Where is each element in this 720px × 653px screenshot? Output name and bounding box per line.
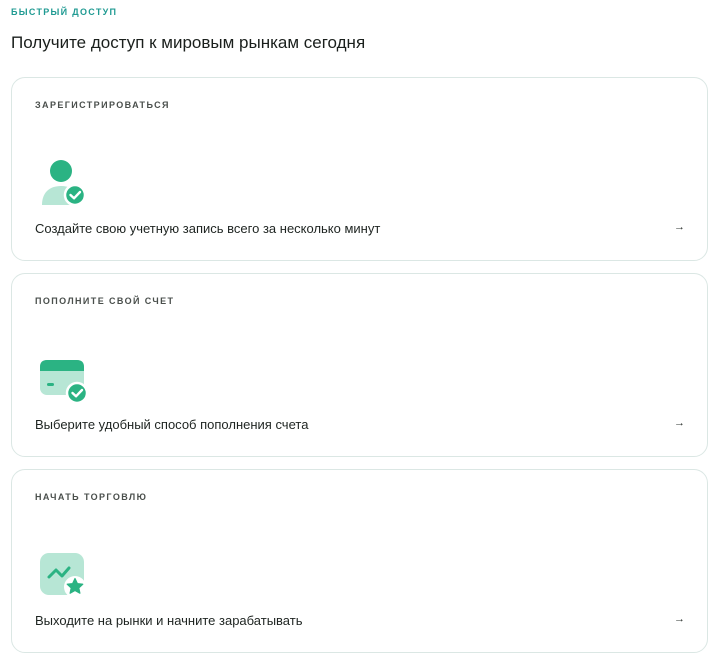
start-trading-card[interactable]: НАЧАТЬ ТОРГОВЛЮ Выходите на рынки и начн… bbox=[11, 469, 708, 653]
user-check-icon bbox=[39, 159, 87, 207]
section-eyebrow: БЫСТРЫЙ ДОСТУП bbox=[11, 7, 118, 17]
register-card[interactable]: ЗАРЕГИСТРИРОВАТЬСЯ Создайте свою учетную… bbox=[11, 77, 708, 261]
card-description: Выберите удобный способ пополнения счета bbox=[35, 417, 309, 432]
arrow-right-icon[interactable]: → bbox=[674, 613, 685, 625]
arrow-right-icon[interactable]: → bbox=[674, 417, 685, 429]
card-check-icon bbox=[39, 355, 87, 403]
card-title: ПОПОЛНИТЕ СВОЙ СЧЕТ bbox=[35, 296, 175, 306]
deposit-card[interactable]: ПОПОЛНИТЕ СВОЙ СЧЕТ Выберите удобный спо… bbox=[11, 273, 708, 457]
arrow-right-icon[interactable]: → bbox=[674, 221, 685, 233]
card-title: ЗАРЕГИСТРИРОВАТЬСЯ bbox=[35, 100, 170, 110]
page-title: Получите доступ к мировым рынкам сегодня bbox=[11, 33, 366, 52]
card-description: Создайте свою учетную запись всего за не… bbox=[35, 221, 381, 236]
chart-star-icon bbox=[39, 551, 87, 599]
card-title: НАЧАТЬ ТОРГОВЛЮ bbox=[35, 492, 148, 502]
card-description: Выходите на рынки и начните зарабатывать bbox=[35, 613, 303, 628]
